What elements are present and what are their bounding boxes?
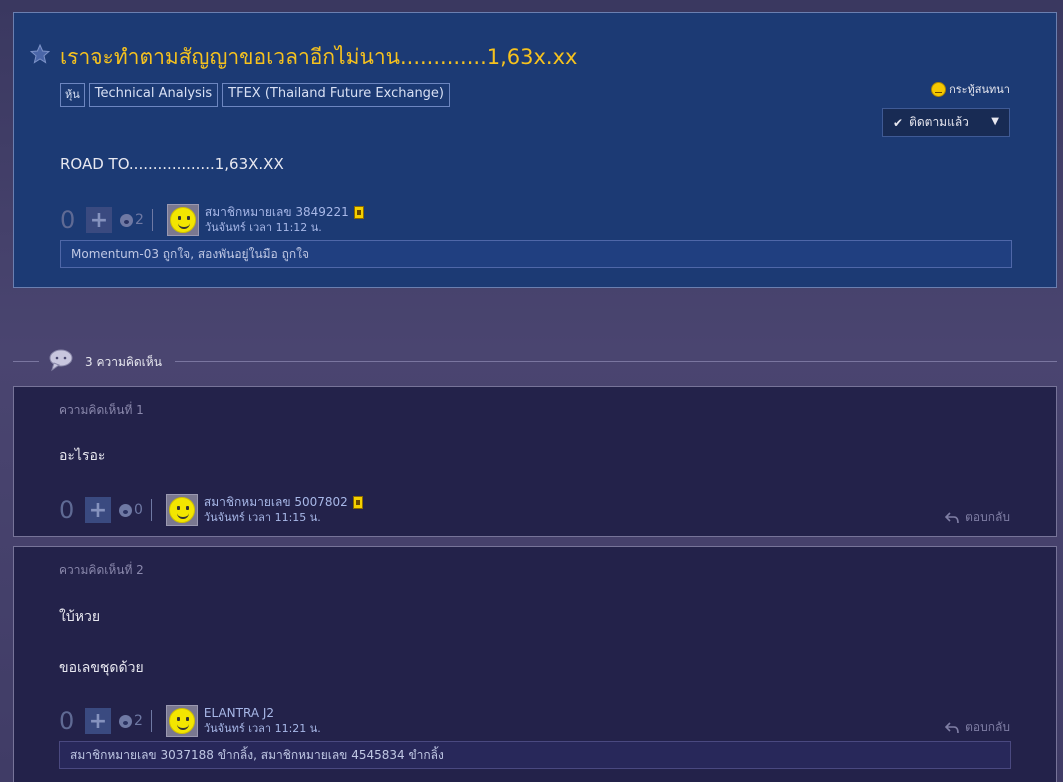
post-time: วันจันทร์ เวลา 11:21 น. xyxy=(203,722,321,735)
room-link[interactable]: กระทู้สนทนา xyxy=(931,80,1010,98)
comment-vote-row: 0 + 0 สมาชิกหมายเลข 5007802 วันจันทร์ เว… xyxy=(59,494,363,526)
author-info: สมาชิกหมายเลข 5007802 วันจันทร์ เวลา 11:… xyxy=(204,495,363,525)
check-icon: ✔ xyxy=(893,115,904,130)
smiley-avatar-icon xyxy=(168,497,195,523)
caret-down-icon[interactable]: ▼ xyxy=(991,116,999,127)
emotion-count: 0 xyxy=(134,502,143,518)
room-label: กระทู้สนทนา xyxy=(949,83,1010,96)
separator xyxy=(150,499,152,521)
vote-count: 0 xyxy=(60,206,76,234)
star-icon[interactable] xyxy=(30,44,50,64)
author-name[interactable]: ELANTRA J2 xyxy=(204,706,274,721)
topic-likers[interactable]: Momentum-03 ถูกใจ, สองพันอยู่ในมือ ถูกใจ xyxy=(60,240,1012,268)
plus-vote-button[interactable]: + xyxy=(86,207,112,233)
tag-stock[interactable]: หุ้น xyxy=(60,83,85,107)
emotion-icon xyxy=(119,503,132,517)
reply-label: ตอบกลับ xyxy=(965,510,1010,524)
topic-title: เราจะทำตามสัญญาขอเวลาอีกไม่นาน..........… xyxy=(60,45,578,69)
reply-label: ตอบกลับ xyxy=(965,720,1010,734)
author-name[interactable]: สมาชิกหมายเลข 3849221 xyxy=(205,205,349,220)
comment-vote-row: 0 + 2 ELANTRA J2 วันจันทร์ เวลา 11:21 น. xyxy=(59,705,321,737)
author-info: ELANTRA J2 วันจันทร์ เวลา 11:21 น. xyxy=(204,706,321,736)
comment-2: ความคิดเห็นที่ 2 ใบ้หวย ขอเลขชุดด้วย 0 +… xyxy=(13,546,1057,782)
reply-arrow-icon xyxy=(945,721,959,733)
post-time: วันจันทร์ เวลา 11:12 น. xyxy=(204,221,322,234)
smiley-avatar-icon xyxy=(169,207,196,233)
divider-line-right xyxy=(175,361,1057,362)
vote-count: 0 xyxy=(59,707,75,735)
topic-body: ROAD TO..................1,63X.XX xyxy=(60,155,284,173)
avatar[interactable] xyxy=(166,204,199,236)
comment-1: ความคิดเห็นที่ 1 อะไรอะ 0 + 0 สมาชิกหมาย… xyxy=(13,386,1057,537)
comment-bubble-icon xyxy=(49,349,73,372)
reply-button[interactable]: ตอบกลับ xyxy=(945,508,1010,527)
emotion-icon xyxy=(119,714,132,728)
vote-count: 0 xyxy=(59,496,75,524)
tag-technical-analysis[interactable]: Technical Analysis xyxy=(88,83,219,107)
topic-vote-row: 0 + 2 สมาชิกหมายเลข 3849221 วันจันทร์ เว… xyxy=(60,204,364,236)
divider-line-left xyxy=(13,361,39,362)
follow-label: ติดตามแล้ว xyxy=(909,115,969,129)
emotion-count: 2 xyxy=(134,713,143,729)
reply-arrow-icon xyxy=(945,511,959,523)
plus-vote-button[interactable]: + xyxy=(85,497,111,523)
comment-text: ใบ้หวย xyxy=(59,609,101,625)
author-info: สมาชิกหมายเลข 3849221 วันจันทร์ เวลา 11:… xyxy=(205,205,364,235)
comment-text: อะไรอะ xyxy=(59,448,106,464)
emotion-icon xyxy=(120,213,133,227)
post-time: วันจันทร์ เวลา 11:15 น. xyxy=(203,511,321,524)
follow-button[interactable]: ✔ ติดตามแล้ว ▼ xyxy=(882,108,1010,137)
comment-text-line-2: ขอเลขชุดด้วย xyxy=(59,660,144,676)
emotion-count: 2 xyxy=(135,212,144,228)
comment-label: ความคิดเห็นที่ 1 xyxy=(59,403,144,417)
comment-likers[interactable]: สมาชิกหมายเลข 3037188 ขำกลิ้ง, สมาชิกหมา… xyxy=(59,741,1011,769)
emotion-button[interactable]: 2 xyxy=(119,713,143,729)
emotion-button[interactable]: 2 xyxy=(120,212,144,228)
member-badge-icon xyxy=(353,206,364,219)
separator xyxy=(151,209,153,231)
comment-label: ความคิดเห็นที่ 2 xyxy=(59,563,144,577)
reply-button[interactable]: ตอบกลับ xyxy=(945,718,1010,737)
avatar[interactable] xyxy=(165,494,198,526)
plus-vote-button[interactable]: + xyxy=(85,708,111,734)
comment-count: 3 ความคิดเห็น xyxy=(85,355,162,369)
topic-box: เราจะทำตามสัญญาขอเวลาอีกไม่นาน..........… xyxy=(13,12,1057,288)
tag-list: หุ้น Technical Analysis TFEX (Thailand F… xyxy=(60,83,450,107)
member-badge-icon xyxy=(352,496,363,509)
avatar[interactable] xyxy=(165,705,198,737)
tag-tfex[interactable]: TFEX (Thailand Future Exchange) xyxy=(222,83,450,107)
chat-room-icon xyxy=(931,81,947,97)
author-name[interactable]: สมาชิกหมายเลข 5007802 xyxy=(204,495,348,510)
separator xyxy=(150,710,152,732)
emotion-button[interactable]: 0 xyxy=(119,502,143,518)
smiley-avatar-icon xyxy=(168,708,195,734)
